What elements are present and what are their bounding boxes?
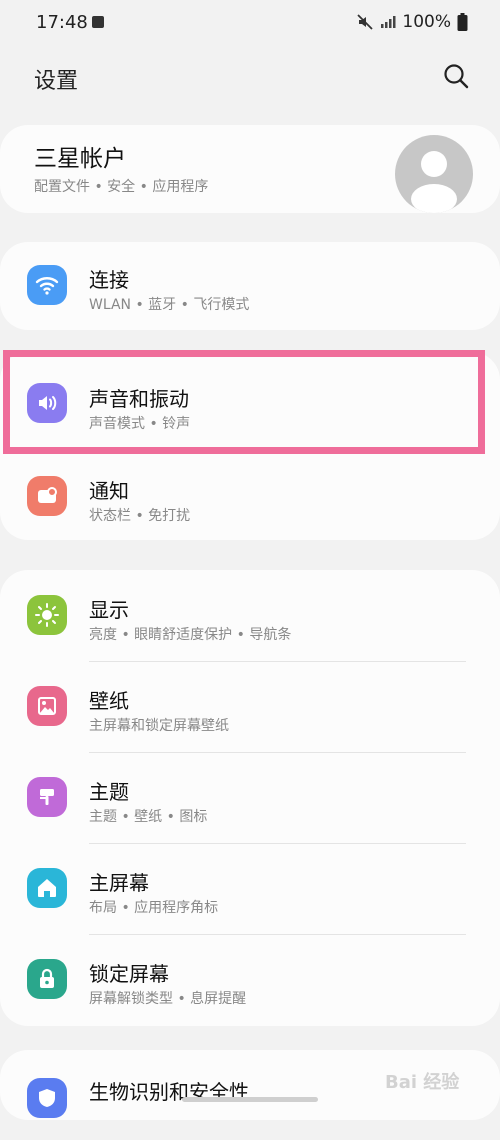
item-title: 锁定屏幕 (89, 962, 169, 986)
home-indicator[interactable] (182, 1097, 318, 1102)
status-bar: 17:48 100% (0, 0, 500, 50)
lock-icon (27, 959, 67, 999)
watermark: Bai 经验 (385, 1072, 460, 1093)
item-subtitle: 亮度 • 眼睛舒适度保护 • 导航条 (89, 627, 292, 643)
item-subtitle: 状态栏 • 免打扰 (89, 508, 191, 524)
item-subtitle: 主题 • 壁纸 • 图标 (89, 809, 208, 825)
display-group-card: 显示 亮度 • 眼睛舒适度保护 • 导航条 壁纸 主屏幕和锁定屏幕壁纸 主题 主… (0, 570, 500, 1026)
settings-item-connections[interactable]: 连接 WLAN • 蓝牙 • 飞行模式 (0, 242, 500, 332)
user-avatar-icon (411, 151, 457, 213)
item-title: 主屏幕 (89, 871, 149, 895)
status-time: 17:48 (36, 12, 88, 33)
battery-percent: 100% (402, 12, 451, 32)
samsung-account-card[interactable]: 三星帐户 配置文件 • 安全 • 应用程序 (0, 125, 500, 213)
item-title: 显示 (89, 598, 129, 622)
settings-item-display[interactable]: 显示 亮度 • 眼睛舒适度保护 • 导航条 (0, 570, 500, 660)
item-subtitle: 布局 • 应用程序角标 (89, 900, 219, 916)
security-icon (27, 1078, 67, 1118)
theme-icon (27, 777, 67, 817)
notification-status-icon (92, 16, 104, 28)
wallpaper-icon (27, 686, 67, 726)
page-title: 设置 (34, 69, 79, 94)
settings-item-security[interactable]: 生物识别和安全性 (0, 1050, 500, 1140)
volume-icon (27, 383, 67, 423)
home-icon (27, 868, 67, 908)
account-subtitle: 配置文件 • 安全 • 应用程序 (34, 179, 209, 195)
sound-card: 声音和振动 声音模式 • 铃声 通知 状态栏 • 免打扰 (0, 352, 500, 540)
settings-item-notifications[interactable]: 通知 状态栏 • 免打扰 (0, 452, 500, 542)
item-title: 壁纸 (89, 689, 129, 713)
battery-icon (457, 13, 468, 31)
item-subtitle: WLAN • 蓝牙 • 飞行模式 (89, 297, 250, 313)
item-title: 连接 (89, 268, 129, 292)
signal-icon (380, 15, 396, 29)
item-subtitle: 主屏幕和锁定屏幕壁纸 (89, 718, 229, 734)
wifi-icon (27, 265, 67, 305)
item-title: 声音和振动 (89, 387, 189, 411)
connections-card: 连接 WLAN • 蓝牙 • 飞行模式 (0, 242, 500, 330)
item-title: 主题 (89, 780, 129, 804)
settings-item-themes[interactable]: 主题 主题 • 壁纸 • 图标 (0, 752, 500, 842)
settings-item-sound[interactable]: 声音和振动 声音模式 • 铃声 (0, 352, 500, 442)
settings-item-home-screen[interactable]: 主屏幕 布局 • 应用程序角标 (0, 843, 500, 933)
item-subtitle: 屏幕解锁类型 • 息屏提醒 (89, 991, 247, 1007)
item-subtitle: 声音模式 • 铃声 (89, 416, 191, 432)
mute-icon (356, 13, 374, 31)
settings-item-wallpaper[interactable]: 壁纸 主屏幕和锁定屏幕壁纸 (0, 661, 500, 751)
item-title: 通知 (89, 479, 129, 503)
brightness-icon (27, 595, 67, 635)
notification-icon (27, 476, 67, 516)
search-icon (443, 63, 469, 93)
account-title: 三星帐户 (34, 146, 126, 172)
status-right: 100% (356, 12, 468, 32)
search-button[interactable] (438, 60, 474, 96)
settings-item-lock-screen[interactable]: 锁定屏幕 屏幕解锁类型 • 息屏提醒 (0, 934, 500, 1024)
avatar[interactable] (395, 135, 473, 213)
